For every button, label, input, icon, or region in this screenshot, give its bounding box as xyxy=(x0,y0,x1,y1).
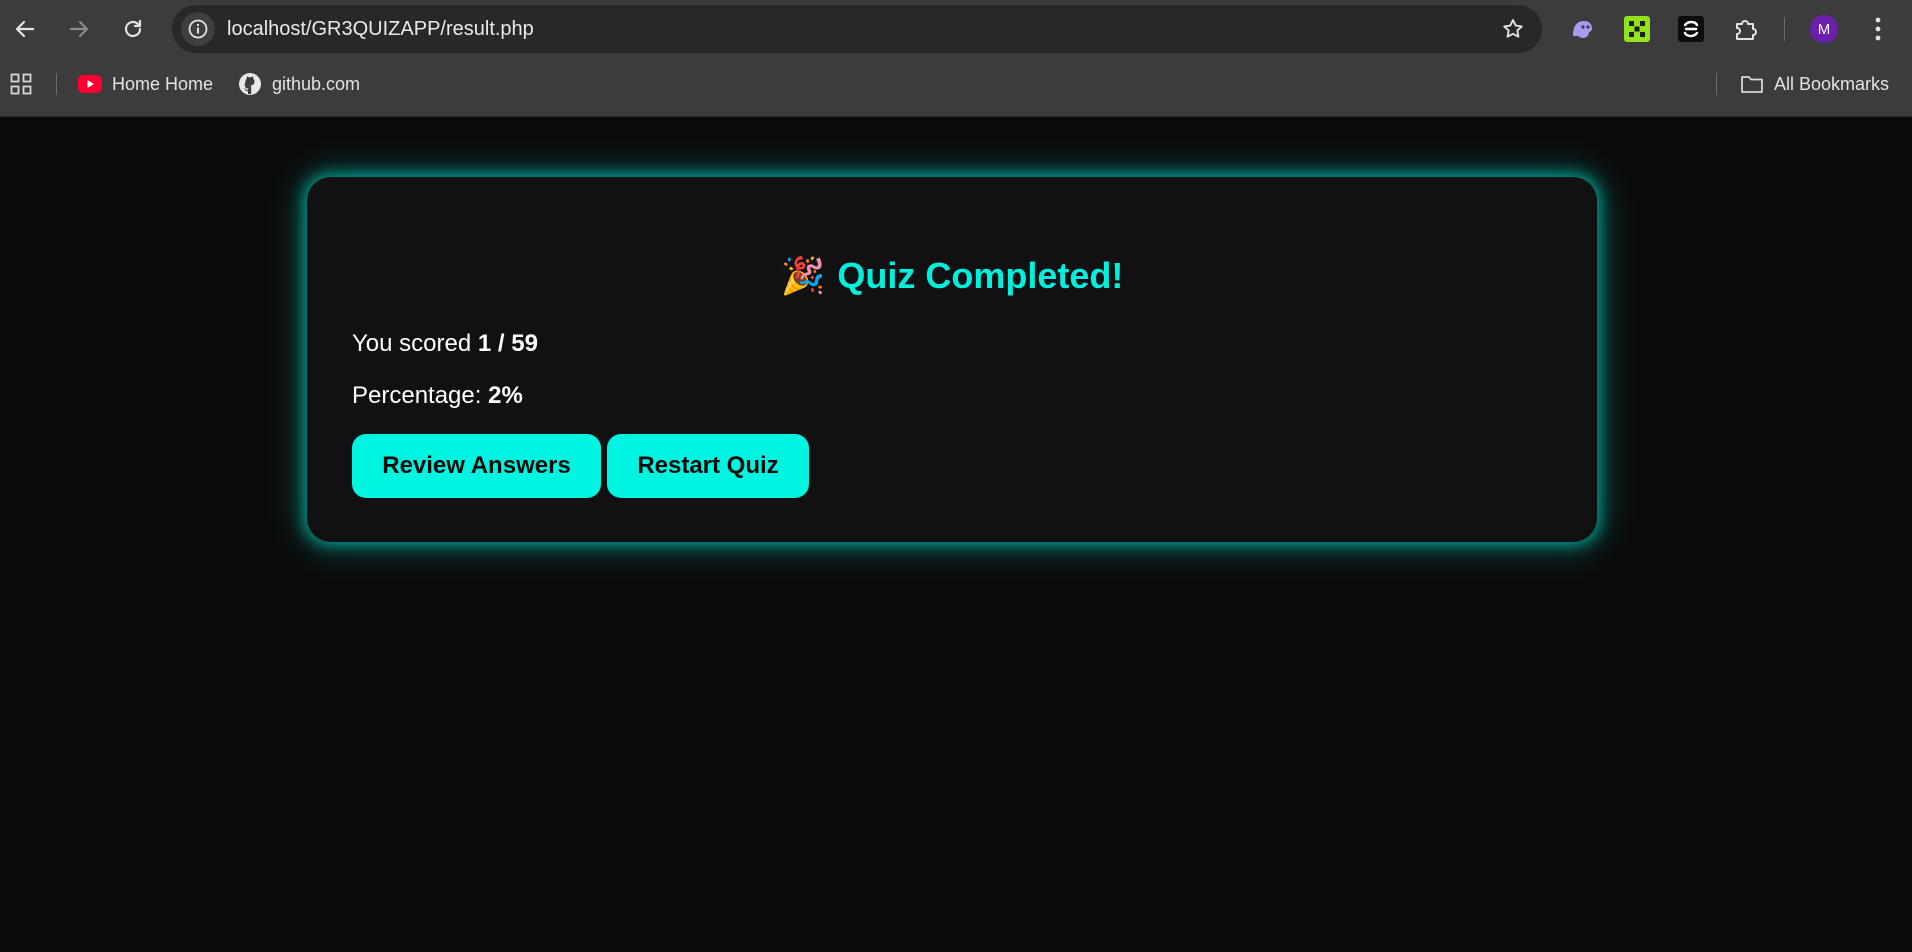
bookmarks-bar: Home Home github.com All Bookmarks xyxy=(0,58,1912,117)
folder-icon xyxy=(1741,76,1763,93)
profile-avatar[interactable]: M xyxy=(1810,15,1838,43)
score-label: You scored xyxy=(352,330,472,357)
pixel-extension-icon[interactable] xyxy=(1623,15,1651,43)
site-info-icon[interactable] xyxy=(181,12,215,46)
review-answers-button[interactable]: Review Answers xyxy=(352,434,601,498)
result-card: 🎉 Quiz Completed! You scored 1 / 59 Perce… xyxy=(307,177,1597,542)
bookmark-label: Home Home xyxy=(112,73,214,94)
party-popper-icon: 🎉 xyxy=(780,255,826,296)
youtube-icon xyxy=(78,75,102,93)
address-bar[interactable]: localhost/GR3QUIZAPP/result.php xyxy=(172,5,1542,53)
bookmark-home[interactable]: Home Home xyxy=(78,58,213,110)
bookmark-label: github.com xyxy=(272,73,361,94)
browser-toolbar: localhost/GR3QUIZAPP/result.php M xyxy=(0,0,1912,58)
apps-grid-icon[interactable] xyxy=(10,58,32,110)
puzzle-extensions-icon[interactable] xyxy=(1731,15,1759,43)
arrow-right-icon xyxy=(69,20,89,38)
forward-button[interactable] xyxy=(59,9,99,49)
reload-button[interactable] xyxy=(113,9,153,49)
back-button[interactable] xyxy=(5,9,45,49)
bookmarks-divider xyxy=(56,73,57,95)
url-text[interactable]: localhost/GR3QUIZAPP/result.php xyxy=(227,5,534,53)
title-text: Quiz Completed! xyxy=(837,255,1124,296)
toolbar-divider xyxy=(1784,17,1785,41)
bookmark-github[interactable]: github.com xyxy=(238,58,360,110)
percentage-line: Percentage: 2% xyxy=(352,382,523,410)
page-title: 🎉 Quiz Completed! xyxy=(307,255,1597,297)
score-line: You scored 1 / 59 xyxy=(352,330,538,358)
ghost-extension-icon[interactable] xyxy=(1568,15,1596,43)
percentage-label: Percentage: xyxy=(352,382,482,409)
percentage-value: 2% xyxy=(488,382,523,409)
restart-quiz-button[interactable]: Restart Quiz xyxy=(607,434,809,498)
swirl-extension-icon[interactable] xyxy=(1677,15,1705,43)
reload-icon xyxy=(124,19,142,38)
all-bookmarks-label: All Bookmarks xyxy=(1774,73,1890,94)
score-value: 1 / 59 xyxy=(477,330,538,357)
bookmarks-divider-right xyxy=(1716,73,1717,95)
kebab-menu-icon[interactable] xyxy=(1864,15,1892,43)
bookmark-star-icon[interactable] xyxy=(1498,14,1528,44)
all-bookmarks-button[interactable]: All Bookmarks xyxy=(1740,58,1889,110)
arrow-left-icon xyxy=(15,20,35,38)
github-icon xyxy=(239,73,261,95)
